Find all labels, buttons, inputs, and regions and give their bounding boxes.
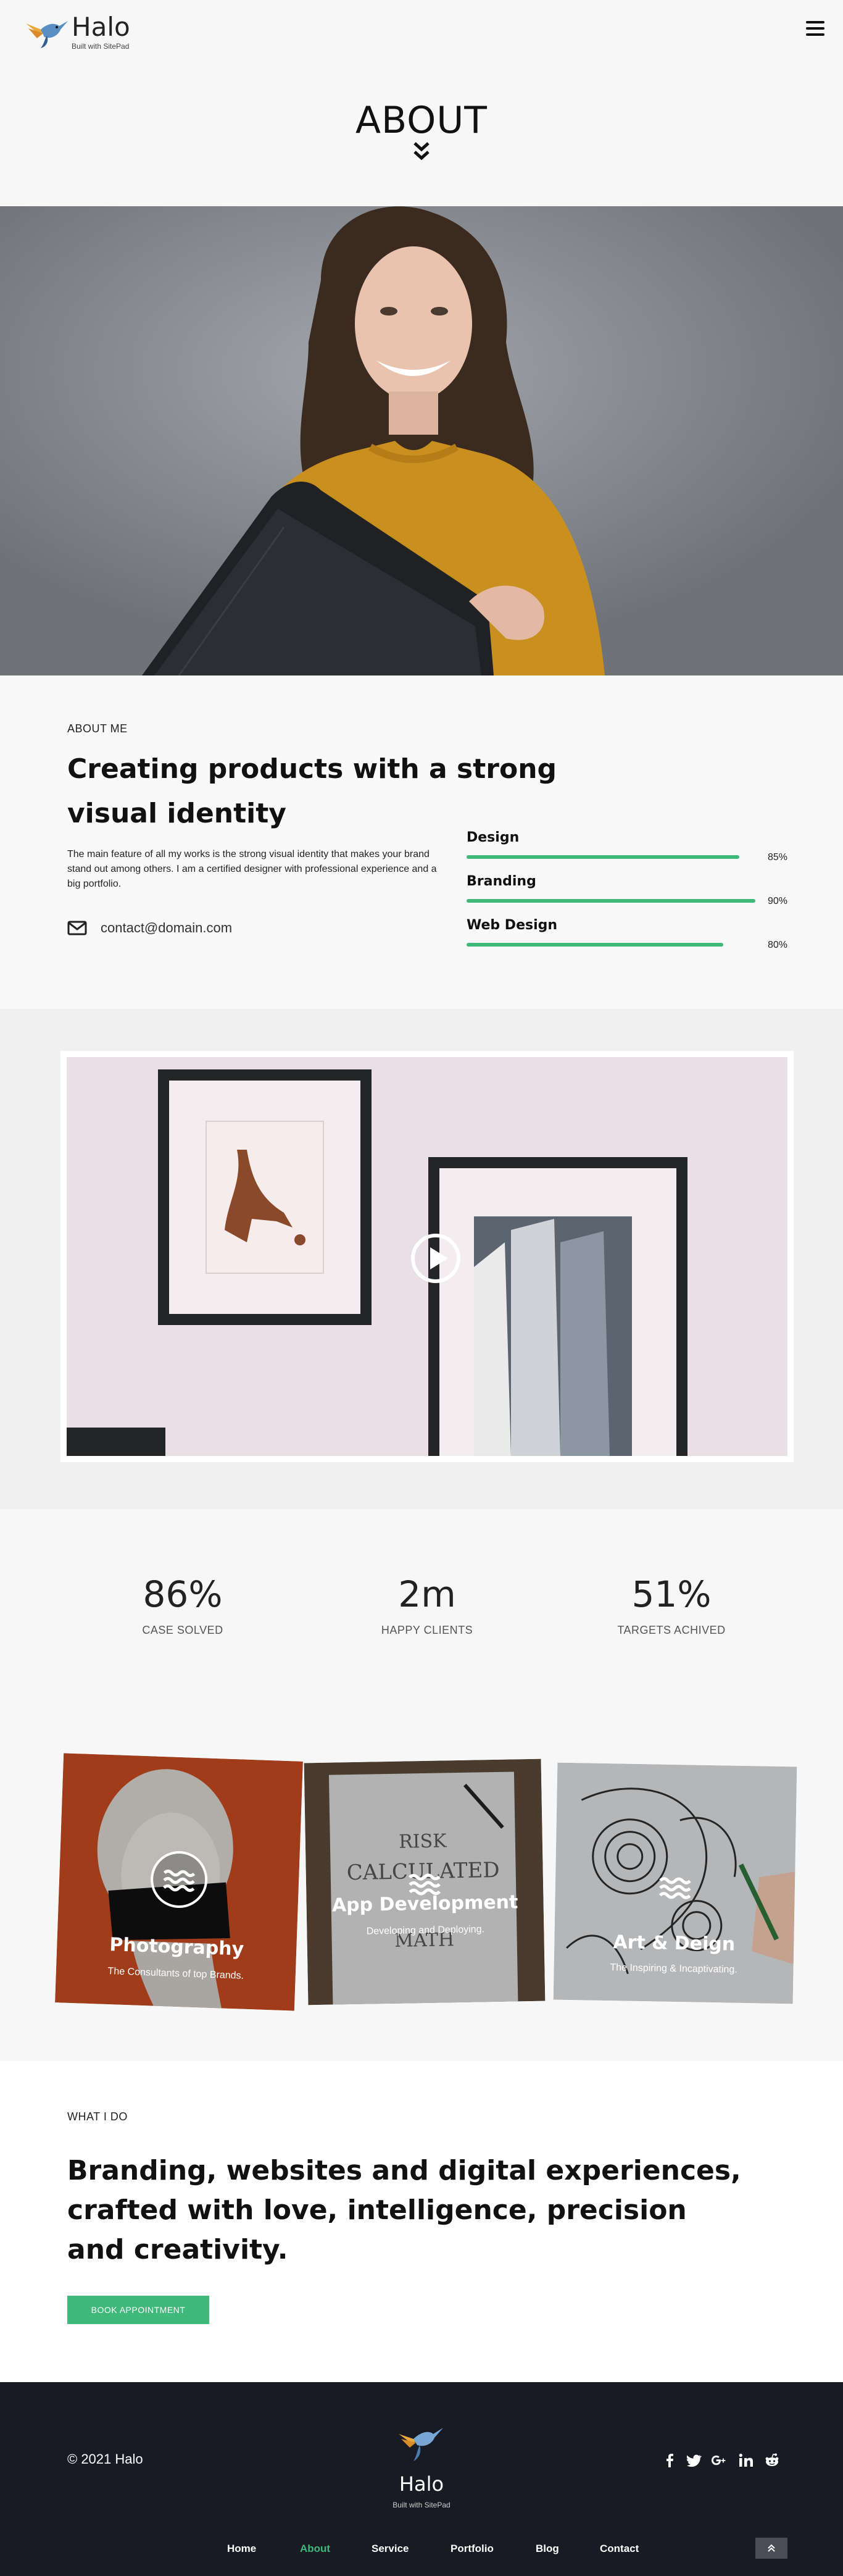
footer-brand-name: Halo bbox=[399, 2472, 444, 2496]
footer-nav-home[interactable]: Home bbox=[227, 2543, 256, 2555]
double-chevron-up-icon bbox=[768, 2544, 775, 2552]
site-logo[interactable]: Halo Built with SitePad bbox=[22, 14, 130, 51]
stat-label: CASE SOLVED bbox=[142, 1624, 223, 1636]
skill-label: Web Design bbox=[467, 918, 558, 933]
footer-nav-blog[interactable]: Blog bbox=[536, 2543, 559, 2555]
page-title: ABOUT bbox=[355, 99, 488, 142]
contact-email-link[interactable]: contact@domain.com bbox=[67, 920, 232, 936]
stat-value: 51% bbox=[631, 1573, 712, 1615]
hummingbird-logo-icon[interactable] bbox=[395, 2415, 448, 2465]
copyright-text: © 2021 Halo bbox=[67, 2451, 143, 2467]
hero-portrait-image bbox=[0, 206, 843, 675]
skill-percent: 80% bbox=[767, 940, 787, 950]
stat-happy-clients: 2m HAPPY CLIENTS bbox=[334, 1573, 520, 1637]
reddit-icon[interactable] bbox=[764, 2453, 780, 2469]
skill-label: Design bbox=[467, 830, 520, 845]
stat-value: 86% bbox=[143, 1573, 223, 1615]
what-i-do-kicker: WHAT I DO bbox=[67, 2110, 128, 2123]
service-card-photography[interactable]: Photography The Consultants of top Brand… bbox=[55, 1753, 303, 2011]
envelope-icon bbox=[67, 921, 87, 935]
about-kicker: ABOUT ME bbox=[67, 722, 128, 735]
service-card-art-design[interactable]: Art & Deign The Inspiring & Incaptivatin… bbox=[553, 1762, 797, 2004]
stat-case-solved: 86% CASE SOLVED bbox=[90, 1573, 275, 1637]
stat-label: HAPPY CLIENTS bbox=[381, 1624, 473, 1636]
video-thumbnail-image bbox=[67, 1057, 787, 1456]
brand-name: Halo bbox=[72, 12, 130, 42]
brand-tagline: Built with SitePad bbox=[72, 42, 130, 51]
skill-web-design: Web Design 80% bbox=[467, 918, 787, 950]
skill-progress-fill bbox=[467, 943, 723, 947]
hamburger-menu-icon[interactable] bbox=[806, 21, 824, 37]
facebook-icon[interactable] bbox=[662, 2453, 678, 2469]
stat-targets-achived: 51% TARGETS ACHIVED bbox=[579, 1573, 764, 1637]
stat-label: TARGETS ACHIVED bbox=[617, 1624, 726, 1636]
footer-nav-contact[interactable]: Contact bbox=[600, 2543, 639, 2555]
footer-brand-tagline: Built with SitePad bbox=[392, 2501, 451, 2509]
skill-progress-bar bbox=[467, 855, 787, 859]
skill-label: Branding bbox=[467, 874, 536, 889]
skill-progress-bar bbox=[467, 899, 787, 903]
play-video-icon[interactable] bbox=[410, 1232, 462, 1284]
skill-branding: Branding 90% bbox=[467, 874, 787, 906]
contact-email: contact@domain.com bbox=[101, 920, 233, 935]
hummingbird-logo-icon bbox=[26, 21, 68, 48]
scroll-to-top-button[interactable] bbox=[755, 2538, 787, 2559]
card-title: App Development bbox=[331, 1891, 518, 1917]
about-heading: Creating products with a strong visual i… bbox=[67, 753, 557, 829]
twitter-icon[interactable] bbox=[686, 2453, 702, 2469]
video-player[interactable] bbox=[60, 1051, 794, 1462]
linkedin-icon[interactable] bbox=[738, 2453, 754, 2469]
service-card-app-development[interactable]: RISK CALCULATED MATH App Development Dev… bbox=[304, 1758, 546, 2005]
skill-design: Design 85% bbox=[467, 830, 787, 863]
google-plus-icon[interactable] bbox=[711, 2453, 727, 2469]
what-i-do-heading: Branding, websites and digital experienc… bbox=[67, 2155, 741, 2265]
skill-percent: 90% bbox=[767, 896, 787, 906]
waves-icon bbox=[658, 1877, 691, 1899]
waves-icon bbox=[151, 1851, 208, 1909]
footer-nav-portfolio[interactable]: Portfolio bbox=[451, 2543, 494, 2555]
book-appointment-button[interactable]: BOOK APPOINTMENT bbox=[67, 2296, 209, 2324]
card-title: Art & Deign bbox=[613, 1931, 736, 1955]
site-header: Halo Built with SitePad bbox=[0, 0, 843, 57]
about-description: The main feature of all my works is the … bbox=[67, 849, 437, 889]
footer-nav-about[interactable]: About bbox=[300, 2543, 330, 2555]
double-chevron-down-icon[interactable] bbox=[412, 141, 431, 163]
stat-value: 2m bbox=[398, 1573, 456, 1615]
skill-progress-fill bbox=[467, 855, 739, 859]
footer-nav-service[interactable]: Service bbox=[372, 2543, 409, 2555]
skill-progress-fill bbox=[467, 899, 755, 903]
skill-percent: 85% bbox=[767, 852, 787, 863]
skill-progress-bar bbox=[467, 943, 787, 947]
